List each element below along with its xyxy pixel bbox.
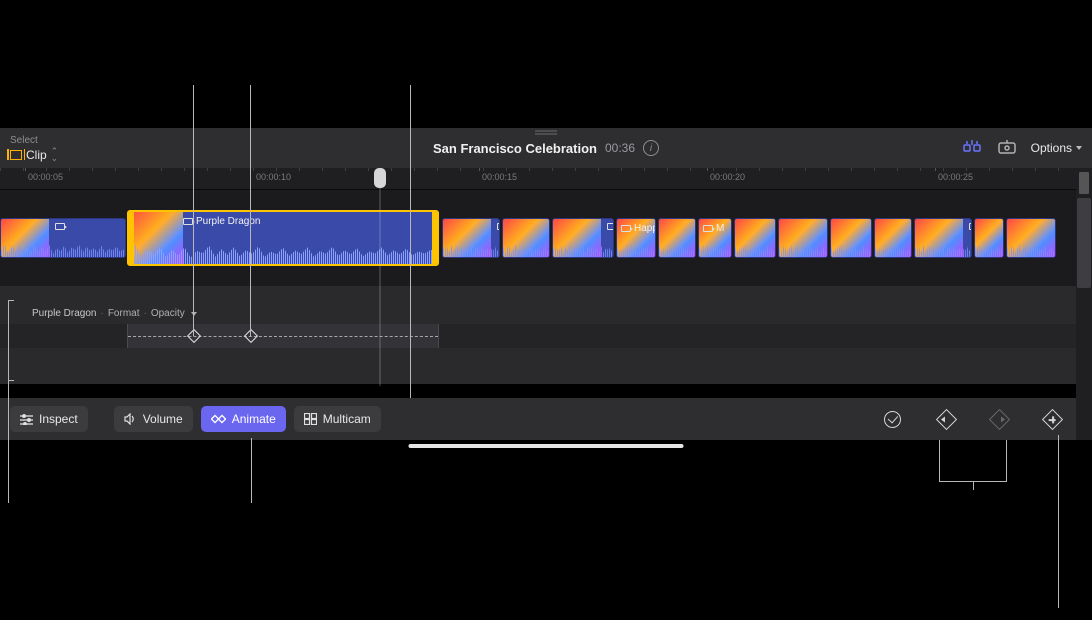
animate-button[interactable]: Animate bbox=[201, 406, 286, 432]
animation-editor: Purple Dragon · Format · Opacity bbox=[0, 286, 1076, 384]
prev-keyframe-button[interactable] bbox=[936, 408, 957, 429]
select-mode-value: Clip bbox=[26, 148, 47, 162]
home-indicator bbox=[409, 444, 684, 448]
clip-icon bbox=[10, 150, 22, 160]
volume-label: Volume bbox=[143, 412, 183, 426]
volume-button[interactable]: Volume bbox=[114, 406, 193, 432]
timeline-track-area[interactable]: Purple Dragon Happ M P bbox=[0, 190, 1076, 286]
next-keyframe-button[interactable] bbox=[989, 408, 1010, 429]
speaker-icon bbox=[124, 413, 137, 425]
chevron-updown-icon: ⌃⌄ bbox=[51, 148, 59, 162]
editor-bottom-bar: Inspect Volume Animate Multicam bbox=[0, 398, 1076, 440]
playhead[interactable] bbox=[374, 168, 386, 188]
snap-icon[interactable] bbox=[997, 140, 1017, 156]
chevron-down-icon bbox=[1076, 146, 1082, 150]
timeline-clip[interactable] bbox=[830, 218, 872, 258]
animation-scope[interactable] bbox=[127, 324, 439, 348]
video-icon bbox=[497, 223, 500, 230]
timeline-clip[interactable]: M bbox=[698, 218, 732, 258]
video-icon bbox=[621, 225, 631, 232]
timeline-clip[interactable] bbox=[734, 218, 776, 258]
grid-icon bbox=[304, 413, 317, 425]
timeline-clip-selected[interactable]: Purple Dragon bbox=[127, 210, 439, 266]
video-icon bbox=[607, 223, 614, 230]
animation-value-line[interactable] bbox=[128, 336, 438, 337]
keyframe-marker[interactable] bbox=[244, 329, 258, 343]
scroll-thumb[interactable] bbox=[1077, 198, 1091, 288]
ruler-tick-label: 00:00:10 bbox=[256, 172, 291, 182]
timeline-clip[interactable] bbox=[974, 218, 1004, 258]
editor-header: Select Clip ⌃⌄ San Francisco Celebration… bbox=[0, 128, 1092, 168]
timeline-clip[interactable] bbox=[874, 218, 912, 258]
video-icon bbox=[55, 223, 65, 230]
project-title: San Francisco Celebration bbox=[433, 141, 597, 156]
inspect-button[interactable]: Inspect bbox=[10, 406, 88, 432]
animation-breadcrumb[interactable]: Purple Dragon · Format · Opacity bbox=[32, 308, 197, 319]
ruler-tick-label: 00:00:15 bbox=[482, 172, 517, 182]
add-keyframe-button[interactable] bbox=[1042, 408, 1063, 429]
timeline-clip[interactable] bbox=[658, 218, 696, 258]
anim-clip-name: Purple Dragon bbox=[32, 308, 96, 319]
timeline-clip[interactable] bbox=[552, 218, 614, 258]
animate-label: Animate bbox=[232, 412, 276, 426]
minimap-icon bbox=[1079, 172, 1089, 194]
timeline-clip[interactable] bbox=[0, 218, 126, 258]
keyframe-marker[interactable] bbox=[187, 329, 201, 343]
timeline-clip[interactable]: P bbox=[778, 218, 828, 258]
window-drag-handle-icon[interactable] bbox=[535, 130, 557, 136]
clip-trim-handle-left[interactable] bbox=[127, 212, 134, 264]
select-mode-button[interactable]: Clip ⌃⌄ bbox=[10, 148, 58, 162]
anim-crumb-param: Opacity bbox=[151, 308, 185, 319]
chevron-down-icon bbox=[191, 312, 197, 316]
timeline-vertical-scrollbar[interactable] bbox=[1076, 168, 1092, 440]
ruler-tick-label: 00:00:05 bbox=[28, 172, 63, 182]
timeline-clip[interactable]: Happ bbox=[616, 218, 656, 258]
video-icon bbox=[703, 225, 713, 232]
inspect-label: Inspect bbox=[39, 412, 78, 426]
timeline-clip[interactable] bbox=[502, 218, 550, 258]
anim-crumb-format: Format bbox=[108, 308, 140, 319]
timeline-clip[interactable] bbox=[442, 218, 500, 258]
info-icon[interactable]: i bbox=[643, 140, 659, 156]
magnetic-timeline-icon[interactable] bbox=[961, 140, 983, 156]
clip-trim-handle-right[interactable] bbox=[432, 212, 439, 264]
ruler-tick-label: 00:00:20 bbox=[710, 172, 745, 182]
keyframes-icon bbox=[211, 413, 226, 425]
timeline-clip[interactable] bbox=[914, 218, 972, 258]
select-mode-label: Select bbox=[10, 135, 58, 146]
project-duration: 00:36 bbox=[605, 141, 635, 155]
video-icon bbox=[183, 218, 193, 225]
video-icon bbox=[969, 223, 972, 230]
sliders-icon bbox=[20, 414, 33, 425]
enable-keyframing-button[interactable] bbox=[884, 411, 901, 428]
options-label: Options bbox=[1031, 141, 1072, 155]
timeline-clip[interactable] bbox=[1006, 218, 1056, 258]
ruler-tick-label: 00:00:25 bbox=[938, 172, 973, 182]
options-button[interactable]: Options bbox=[1031, 141, 1082, 155]
multicam-label: Multicam bbox=[323, 412, 371, 426]
multicam-button[interactable]: Multicam bbox=[294, 406, 381, 432]
timeline-ruler[interactable]: 00:00:05 00:00:10 00:00:15 00:00:20 00:00:25 bbox=[0, 168, 1076, 190]
